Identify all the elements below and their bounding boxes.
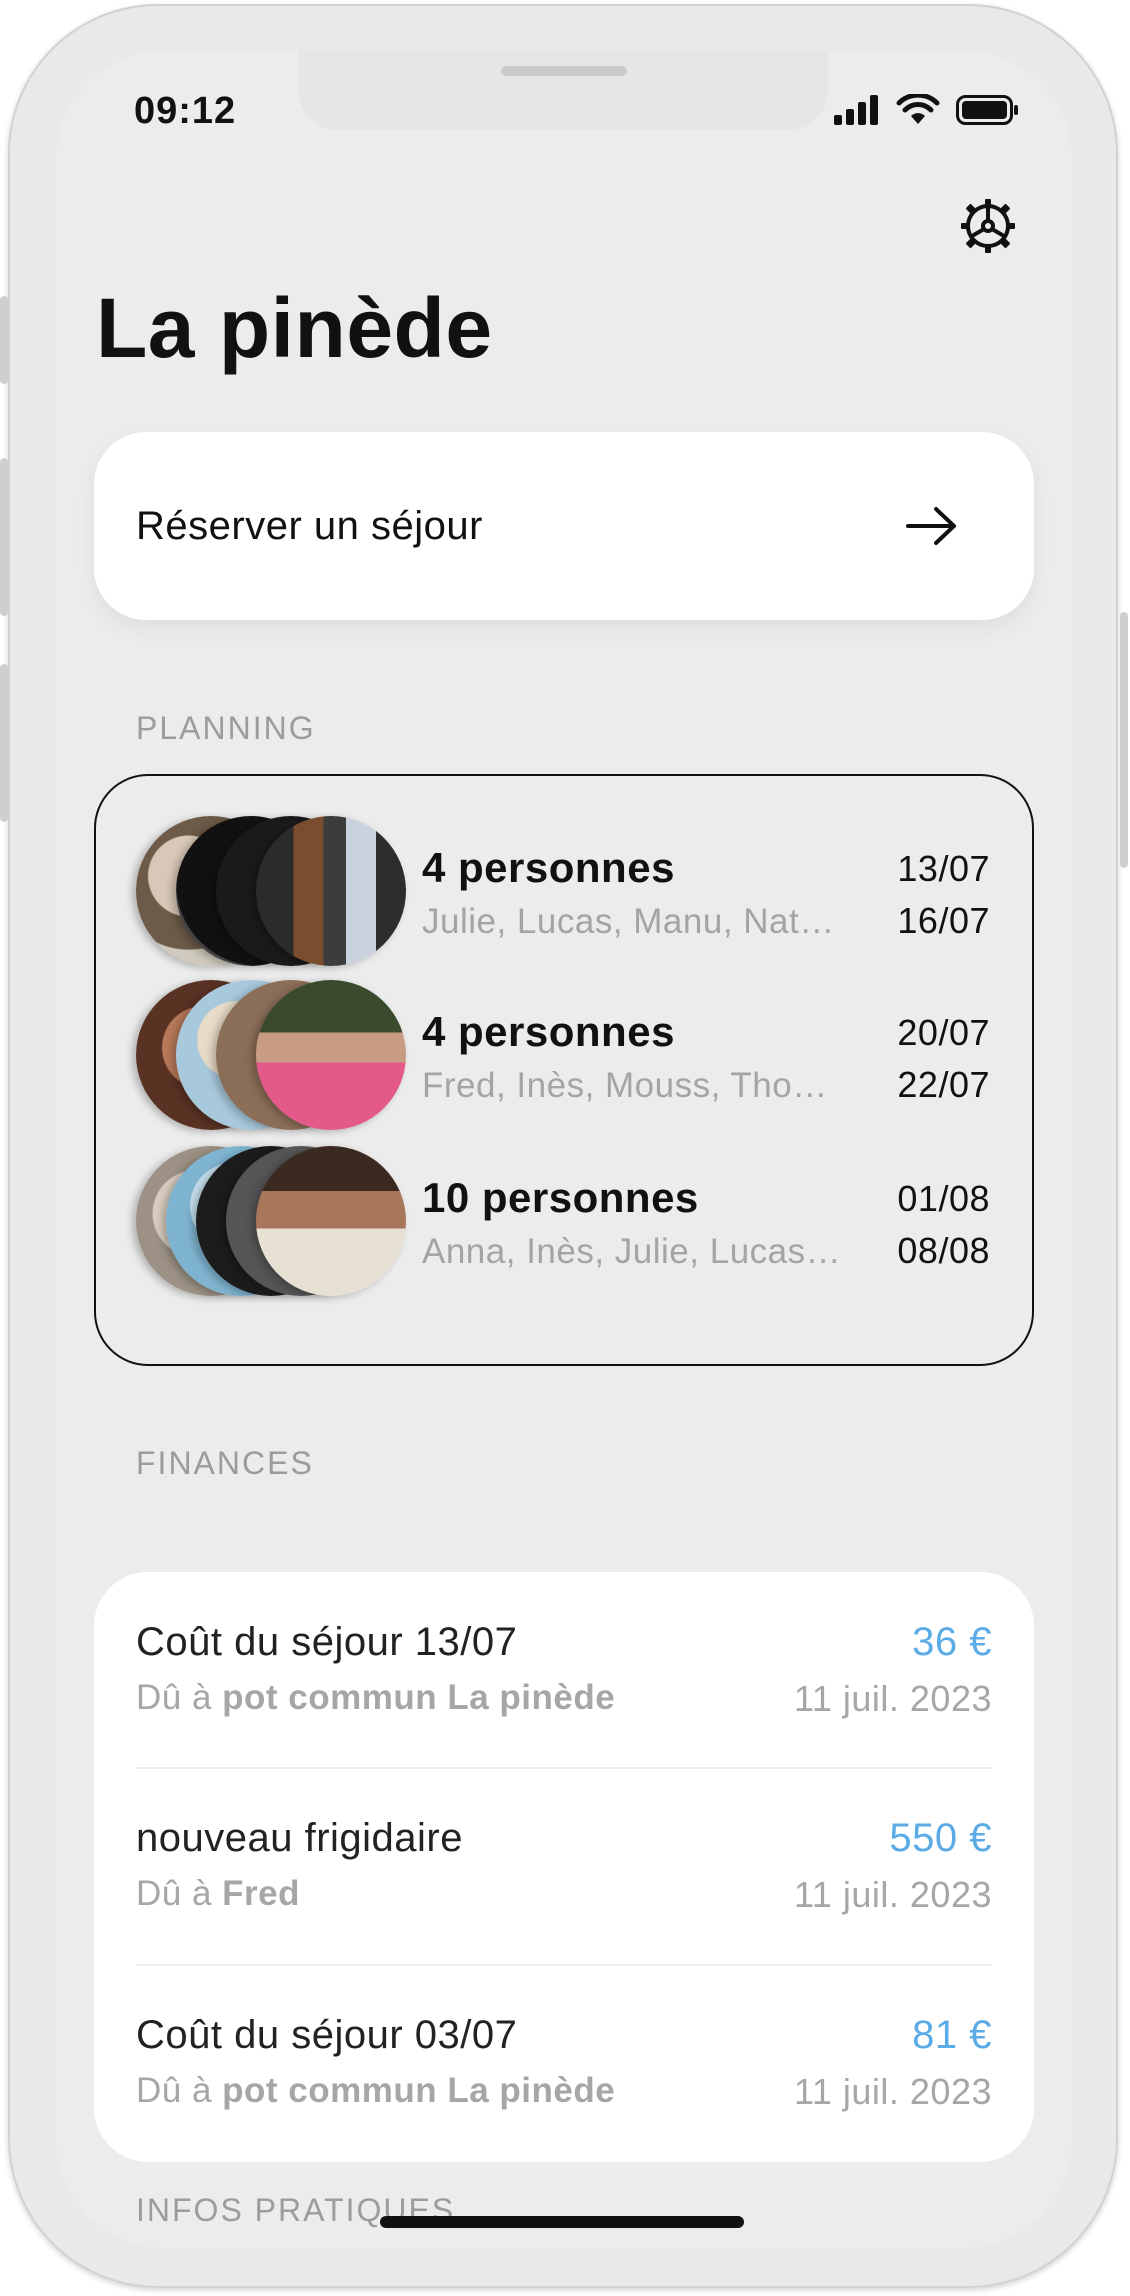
stay-start-date: 13/07 bbox=[897, 848, 990, 889]
side-button-volume-up bbox=[0, 458, 8, 616]
side-button-silent bbox=[0, 296, 8, 384]
notch bbox=[298, 50, 828, 130]
finance-payee: pot commun La pinède bbox=[222, 1678, 616, 1717]
finance-date: 11 juil. 2023 bbox=[794, 1678, 992, 1719]
cellular-signal-icon bbox=[834, 95, 878, 125]
stay-item[interactable]: 10 personnes Anna, Inès, Julie, Lucas… 0… bbox=[136, 1146, 992, 1296]
planning-section-label: PLANNING bbox=[136, 710, 316, 746]
stay-people-count: 4 personnes bbox=[422, 844, 675, 891]
stay-people-count: 10 personnes bbox=[422, 1174, 699, 1221]
finance-amount: 550 € bbox=[889, 1816, 992, 1860]
wifi-icon bbox=[896, 94, 940, 124]
stay-people-count: 4 personnes bbox=[422, 1008, 675, 1055]
status-time: 09:12 bbox=[134, 90, 237, 132]
finance-due-prefix: Dû à bbox=[136, 2071, 223, 2110]
stay-names: Julie, Lucas, Manu, Nat… bbox=[422, 902, 835, 941]
finance-amount: 81 € bbox=[912, 2013, 992, 2057]
finance-due-to: Dû à Fred bbox=[136, 1874, 300, 1914]
stay-item[interactable]: 4 personnes Julie, Lucas, Manu, Nat… 13/… bbox=[136, 816, 992, 966]
finance-amount: 36 € bbox=[912, 1620, 992, 1664]
avatar-group bbox=[136, 980, 406, 1130]
finances-section-label: FINANCES bbox=[136, 1445, 314, 1481]
avatar-group bbox=[136, 816, 406, 966]
finances-card: Coût du séjour 13/07 Dû à pot commun La … bbox=[94, 1572, 1034, 2162]
reserve-stay-button[interactable]: Réserver un séjour bbox=[94, 432, 1034, 620]
side-button-volume-down bbox=[0, 664, 8, 822]
finance-due-to: Dû à pot commun La pinède bbox=[136, 1678, 615, 1718]
stay-names: Anna, Inès, Julie, Lucas… bbox=[422, 1232, 842, 1271]
reserve-stay-label: Réserver un séjour bbox=[136, 503, 483, 548]
battery-icon bbox=[956, 95, 1018, 125]
planning-card: 4 personnes Julie, Lucas, Manu, Nat… 13/… bbox=[94, 774, 1034, 1366]
settings-button[interactable] bbox=[956, 194, 1020, 258]
side-button-power bbox=[1120, 612, 1128, 868]
finance-due-to: Dû à pot commun La pinède bbox=[136, 2071, 615, 2111]
stay-start-date: 20/07 bbox=[897, 1012, 990, 1053]
gear-icon bbox=[961, 199, 1015, 253]
avatar bbox=[256, 816, 406, 966]
speaker-grille bbox=[501, 66, 627, 76]
finance-date: 11 juil. 2023 bbox=[794, 2071, 992, 2112]
finance-item[interactable]: Coût du séjour 13/07 Dû à pot commun La … bbox=[136, 1572, 992, 1768]
stay-item[interactable]: 4 personnes Fred, Inès, Mouss, Tho… 20/0… bbox=[136, 980, 992, 1130]
app-screen: 09:12 La pinède Réserver un séjour PLANN… bbox=[56, 50, 1072, 2248]
stay-names: Fred, Inès, Mouss, Tho… bbox=[422, 1066, 828, 1105]
finance-title: Coût du séjour 13/07 bbox=[136, 1620, 518, 1664]
finance-due-prefix: Dû à bbox=[136, 1874, 223, 1913]
stay-end-date: 22/07 bbox=[897, 1064, 990, 1105]
avatar bbox=[256, 980, 406, 1130]
stay-start-date: 01/08 bbox=[897, 1178, 990, 1219]
finance-payee: Fred bbox=[222, 1874, 301, 1913]
stay-end-date: 16/07 bbox=[897, 900, 990, 941]
home-indicator[interactable] bbox=[380, 2216, 744, 2228]
avatar-group bbox=[136, 1146, 406, 1296]
finance-item[interactable]: nouveau frigidaire Dû à Fred 550 € 11 ju… bbox=[136, 1768, 992, 1964]
finance-due-prefix: Dû à bbox=[136, 1678, 223, 1717]
finance-date: 11 juil. 2023 bbox=[794, 1874, 992, 1915]
stay-end-date: 08/08 bbox=[897, 1230, 990, 1271]
arrow-right-icon bbox=[906, 507, 956, 545]
page-title: La pinède bbox=[96, 281, 493, 375]
finance-title: nouveau frigidaire bbox=[136, 1816, 463, 1860]
status-icons bbox=[834, 94, 1020, 126]
finance-payee: pot commun La pinède bbox=[222, 2071, 616, 2110]
finance-item[interactable]: Coût du séjour 03/07 Dû à pot commun La … bbox=[136, 1965, 992, 2161]
avatar bbox=[256, 1146, 406, 1296]
finance-title: Coût du séjour 03/07 bbox=[136, 2013, 518, 2057]
